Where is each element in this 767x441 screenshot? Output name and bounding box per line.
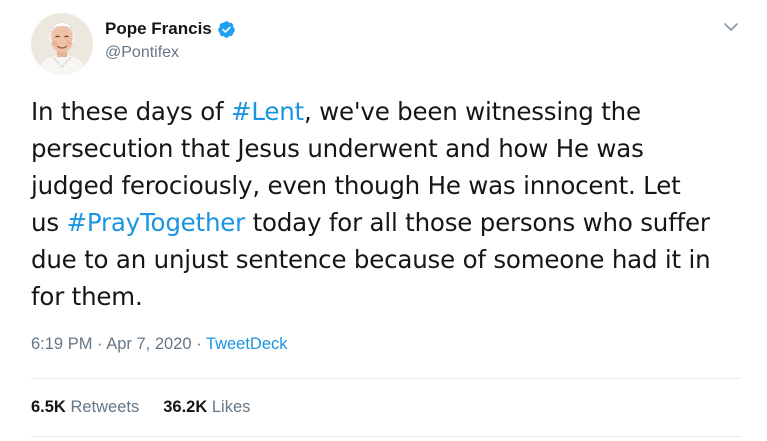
divider (31, 378, 741, 379)
hashtag-link-praytogether[interactable]: #PrayTogether (66, 208, 245, 237)
chevron-down-icon[interactable] (720, 16, 742, 38)
tweet-card: Pope Francis @Pontifex In these days of … (0, 0, 767, 441)
avatar[interactable] (31, 13, 93, 75)
tweet-line: us #PrayTogether today for all those per… (31, 208, 710, 237)
likes-label: Likes (211, 398, 251, 416)
display-name[interactable]: Pope Francis (105, 19, 212, 39)
likes-count: 36.2K (163, 398, 208, 416)
tweet-source-link[interactable]: TweetDeck (206, 335, 288, 353)
tweet-line: due to an unjust sentence because of som… (31, 245, 711, 274)
tweet-line: for them. (31, 282, 143, 311)
verified-badge-icon (217, 20, 236, 39)
retweets-stat[interactable]: 6.5K Retweets (31, 398, 139, 417)
name-row: Pope Francis (105, 19, 236, 39)
tweet-time[interactable]: 6:19 PM (31, 335, 92, 353)
avatar-portrait (31, 13, 93, 75)
handle[interactable]: @Pontifex (105, 44, 179, 62)
divider (31, 436, 741, 437)
tweet-stats: 6.5K Retweets 36.2K Likes (31, 398, 250, 417)
tweet-text: In these days of #Lent, we've been witne… (31, 93, 761, 315)
tweet-line: judged ferociously, even though He was i… (31, 171, 681, 200)
tweet-line: In these days of #Lent, we've been witne… (31, 97, 641, 126)
hashtag-link-lent[interactable]: #Lent (231, 97, 304, 126)
tweet-line: persecution that Jesus underwent and how… (31, 134, 644, 163)
tweet-date[interactable]: Apr 7, 2020 (106, 335, 191, 353)
meta-separator: · (191, 335, 206, 353)
likes-stat[interactable]: 36.2K Likes (163, 398, 250, 417)
retweets-label: Retweets (70, 398, 140, 416)
meta-separator: · (92, 335, 107, 353)
tweet-meta: 6:19 PM · Apr 7, 2020 · TweetDeck (31, 335, 288, 354)
retweets-count: 6.5K (31, 398, 66, 416)
